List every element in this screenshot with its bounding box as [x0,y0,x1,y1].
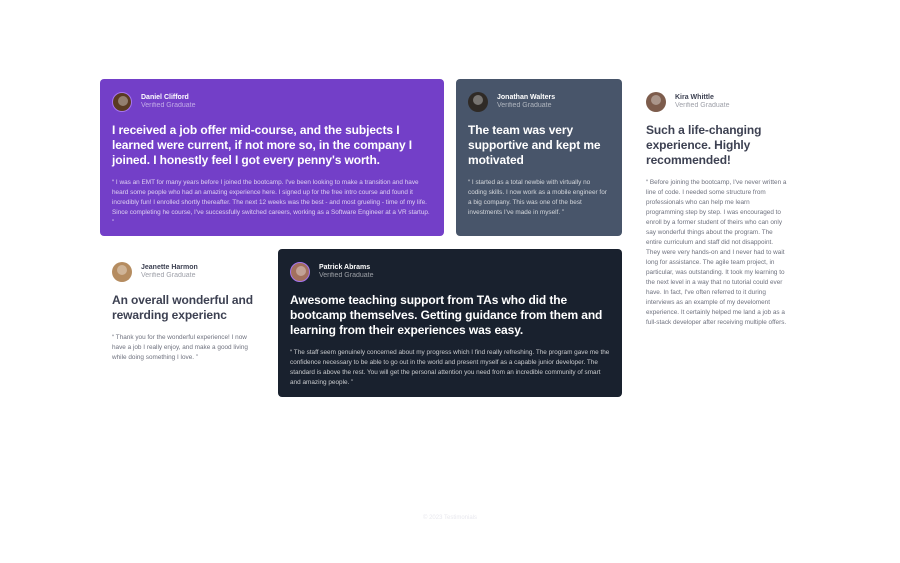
testimonial-card-jeanette: Jeanette Harmon Verified Graduate An ove… [100,249,266,397]
avatar [646,92,666,112]
testimonial-quote: “ The staff seem genuinely concerned abo… [290,349,610,386]
testimonial-headline: The team was very supportive and kept me… [468,123,601,167]
card-header: Daniel Clifford Verified Graduate [112,92,432,112]
author-status: Verified Graduate [141,102,196,109]
testimonial-card-kira: Kira Whittle Verified Graduate Such a li… [634,79,800,369]
avatar [112,262,132,282]
author-name: Patrick Abrams [319,263,371,271]
avatar [290,262,310,282]
avatar [112,92,132,112]
footer-attribution: © 2023 Testimonials [422,515,477,521]
author-status: Verified Graduate [141,272,196,279]
author-name: Jonathan Walters [497,93,556,101]
testimonial-card-jonathan: Jonathan Walters Verified Graduate The t… [456,79,622,236]
testimonial-quote: “ I was an EMT for many years before I j… [112,179,430,226]
avatar [468,92,488,112]
author-status: Verified Graduate [497,102,552,109]
author-status: Verified Graduate [675,102,730,109]
author-name: Jeanette Harmon [141,263,198,271]
testimonial-quote: “ I started as a total newbie with virtu… [468,179,607,216]
testimonial-quote: “ Thank you for the wonderful experience… [112,334,248,361]
card-header: Kira Whittle Verified Graduate [646,92,788,112]
author-name: Daniel Clifford [141,93,189,101]
author-name: Kira Whittle [675,93,714,101]
testimonial-quote: “ Before joining the bootcamp, I've neve… [646,179,787,326]
testimonial-headline: An overall wonderful and rewarding exper… [112,293,253,322]
card-header: Jeanette Harmon Verified Graduate [112,262,254,282]
card-header: Jonathan Walters Verified Graduate [468,92,610,112]
testimonial-headline: Such a life-changing experience. Highly … [646,123,762,167]
testimonial-card-daniel: Daniel Clifford Verified Graduate I rece… [100,79,444,236]
card-header: Patrick Abrams Verified Graduate [290,262,610,282]
author-status: Verified Graduate [319,272,374,279]
testimonial-headline: I received a job offer mid-course, and t… [112,123,413,167]
testimonial-card-patrick: Patrick Abrams Verified Graduate Awesome… [278,249,622,397]
testimonial-headline: Awesome teaching support from TAs who di… [290,293,603,337]
